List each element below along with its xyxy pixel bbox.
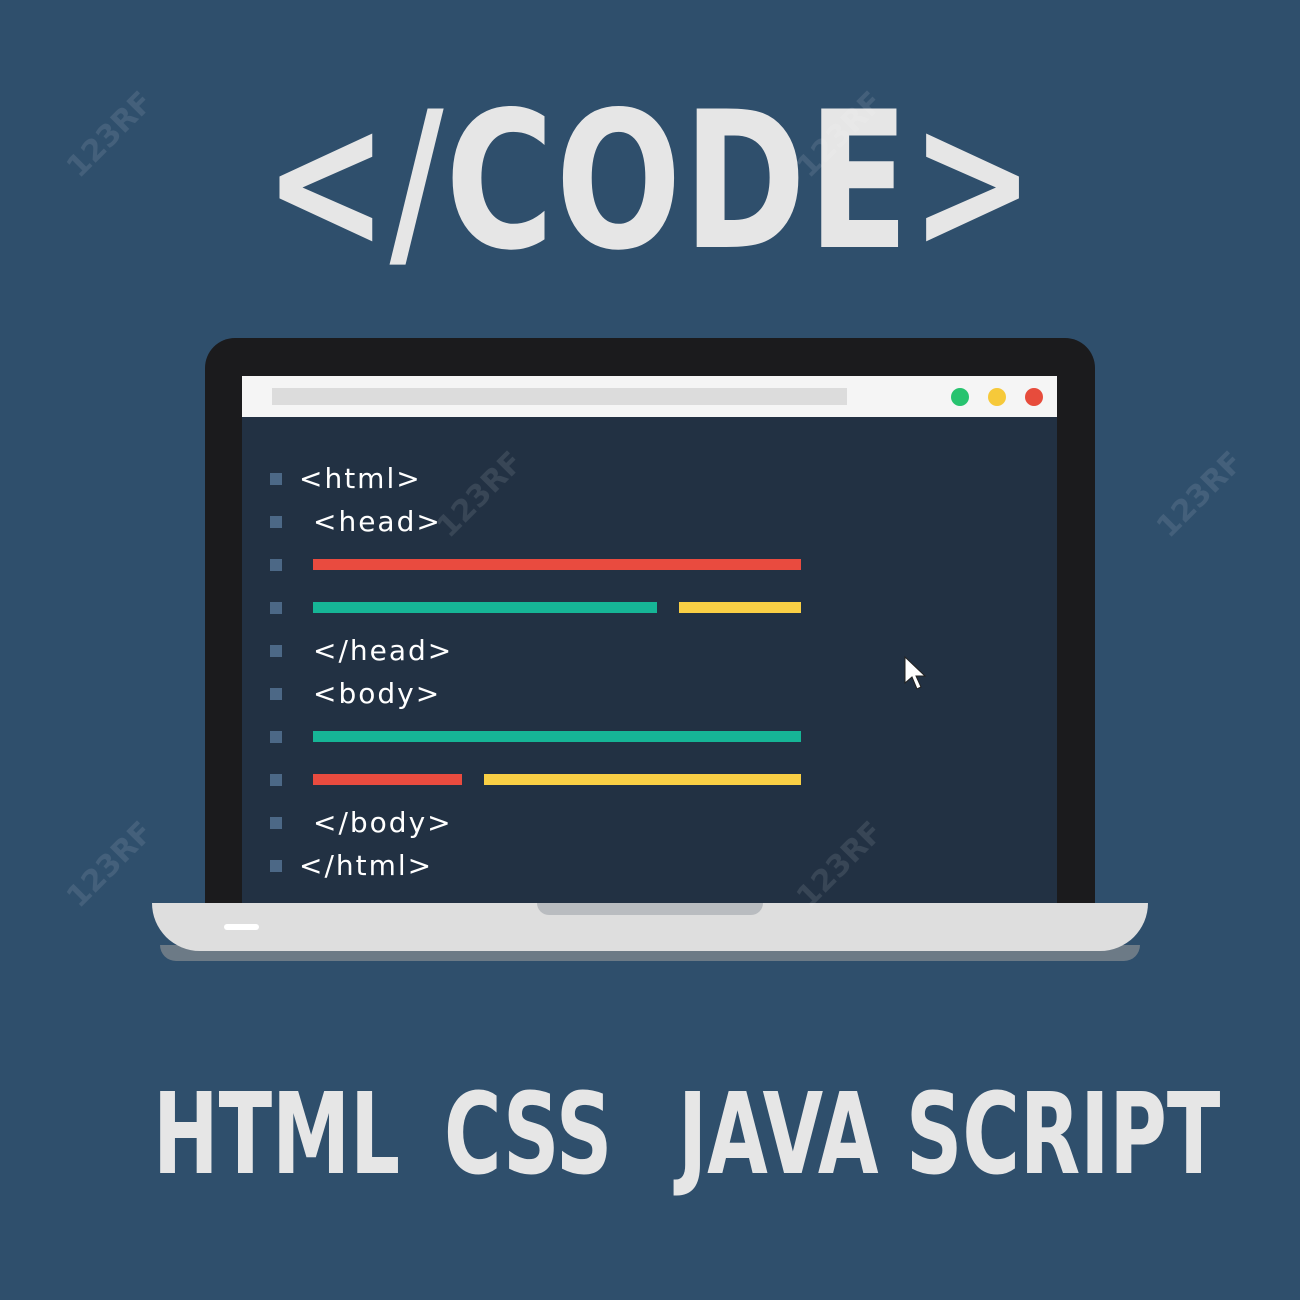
trackpad-notch <box>537 903 763 915</box>
browser-bar <box>242 376 1057 417</box>
line-bullet <box>270 731 282 743</box>
line-bullet <box>270 645 282 657</box>
code-line <box>242 717 1057 760</box>
tech-label-javascript: JAVA SCRIPT <box>678 1070 1221 1200</box>
code-line: <html> <box>242 459 1057 502</box>
line-bullet <box>270 473 282 485</box>
code-text: </body> <box>313 806 453 839</box>
code-text: <body> <box>313 677 442 710</box>
line-bullet <box>270 774 282 786</box>
tech-label-css: CSS <box>444 1070 613 1200</box>
code-text: <head> <box>313 505 442 538</box>
window-dot-red[interactable] <box>1025 388 1043 406</box>
code-text: </head> <box>313 634 454 667</box>
code-line <box>242 545 1057 588</box>
power-indicator <box>224 924 259 930</box>
code-line: </body> <box>242 803 1057 846</box>
code-line <box>242 588 1057 631</box>
code-text: </html> <box>299 849 434 882</box>
line-bullet <box>270 688 282 700</box>
code-bar-teal <box>313 731 801 742</box>
code-bar-yellow <box>484 774 801 785</box>
tech-label-html: HTML <box>153 1070 401 1200</box>
code-bar-teal <box>313 602 657 613</box>
code-editor: <html> <head> </head> <body> </body> </h… <box>242 417 1057 908</box>
code-line <box>242 760 1057 803</box>
code-line: <head> <box>242 502 1057 545</box>
line-bullet <box>270 817 282 829</box>
url-bar[interactable] <box>272 388 847 405</box>
code-bar-yellow <box>679 602 801 613</box>
line-bullet <box>270 860 282 872</box>
line-bullet <box>270 559 282 571</box>
code-line: </head> <box>242 631 1057 674</box>
window-dot-green[interactable] <box>951 388 969 406</box>
watermark: 123RF <box>60 814 160 915</box>
code-line: <body> <box>242 674 1057 717</box>
code-text: <html> <box>299 462 422 495</box>
code-line: </html> <box>242 846 1057 889</box>
watermark: 123RF <box>1150 444 1250 545</box>
mouse-pointer-icon <box>904 655 927 690</box>
headline-code: </CODE> <box>263 71 1037 292</box>
line-bullet <box>270 516 282 528</box>
code-bar-red <box>313 559 801 570</box>
line-bullet <box>270 602 282 614</box>
laptop-base <box>152 903 1148 951</box>
code-bar-red <box>313 774 462 785</box>
window-dot-yellow[interactable] <box>988 388 1006 406</box>
